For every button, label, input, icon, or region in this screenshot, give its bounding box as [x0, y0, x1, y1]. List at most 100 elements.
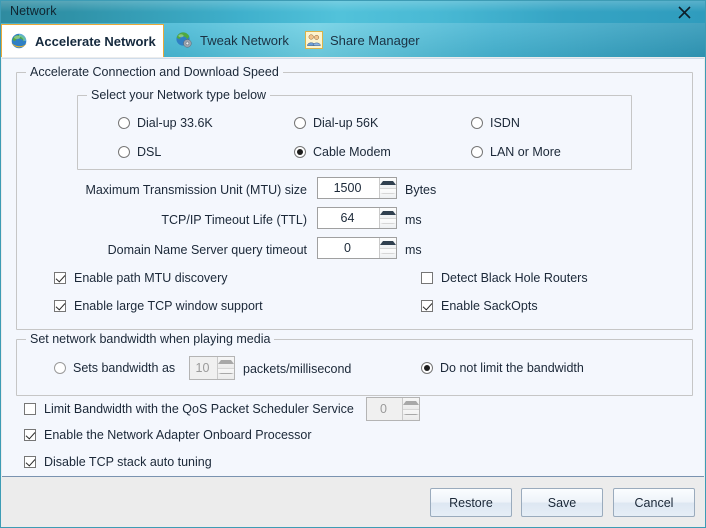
checkbox-limit-bandwidth-qos[interactable]: Limit Bandwidth with the QoS Packet Sche… — [24, 402, 354, 416]
qos-value[interactable]: 0 — [367, 398, 402, 420]
stepper-up[interactable] — [403, 398, 419, 409]
tab-strip: Accelerate Network Tweak Network Share M… — [1, 23, 705, 57]
globe-icon — [11, 33, 27, 49]
stepper-down[interactable] — [218, 367, 234, 379]
checkbox-label: Enable path MTU discovery — [74, 271, 228, 285]
radio-lan-or-more[interactable]: LAN or More — [471, 145, 561, 159]
mtu-spinner[interactable]: 1500 — [317, 177, 397, 199]
ttl-stepper[interactable] — [379, 208, 396, 228]
dns-timeout-unit: ms — [405, 243, 422, 257]
mtu-label: Maximum Transmission Unit (MTU) size — [85, 183, 307, 197]
bandwidth-packets-stepper[interactable] — [217, 357, 234, 379]
checkbox-label: Limit Bandwidth with the QoS Packet Sche… — [44, 402, 354, 416]
bandwidth-group-title: Set network bandwidth when playing media — [26, 332, 275, 346]
checkbox-path-mtu-discovery[interactable]: Enable path MTU discovery — [54, 271, 228, 285]
stepper-up[interactable] — [380, 178, 396, 188]
dns-timeout-value[interactable]: 0 — [318, 238, 379, 258]
tab-label: Accelerate Network — [35, 33, 156, 49]
tab-share-manager[interactable]: Share Manager — [297, 23, 425, 57]
checkbox-indicator — [24, 429, 36, 441]
tab-tweak-network[interactable]: Tweak Network — [167, 23, 295, 57]
tab-label: Tweak Network — [200, 32, 289, 48]
stepper-down[interactable] — [380, 217, 396, 228]
checkbox-detect-black-hole-routers[interactable]: Detect Black Hole Routers — [421, 271, 588, 285]
checkbox-large-tcp-window-support[interactable]: Enable large TCP window support — [54, 299, 263, 313]
accelerate-group-title: Accelerate Connection and Download Speed — [26, 65, 283, 79]
title-bar: Network — [1, 1, 705, 23]
checkbox-indicator — [24, 456, 36, 468]
dns-timeout-stepper[interactable] — [379, 238, 396, 258]
globe-gear-icon — [176, 32, 192, 48]
restore-button[interactable]: Restore — [430, 488, 512, 517]
checkbox-indicator — [24, 403, 36, 415]
bandwidth-packets-unit: packets/millisecond — [243, 362, 352, 376]
radio-indicator — [294, 146, 306, 158]
close-icon — [677, 5, 691, 19]
stepper-up[interactable] — [218, 357, 234, 368]
checkbox-disable-tcp-auto-tuning[interactable]: Disable TCP stack auto tuning — [24, 455, 212, 469]
checkbox-label: Enable SackOpts — [441, 299, 538, 313]
radio-label: LAN or More — [490, 145, 561, 159]
network-settings-window: Network Accelerate Network Tweak Network… — [0, 0, 706, 528]
mtu-unit: Bytes — [405, 183, 437, 197]
window-title: Network — [10, 4, 57, 18]
radio-label: Cable Modem — [313, 145, 391, 159]
radio-indicator — [421, 362, 433, 374]
radio-isdn[interactable]: ISDN — [471, 116, 520, 130]
checkbox-label: Enable the Network Adapter Onboard Proce… — [44, 428, 312, 442]
tab-accelerate-network[interactable]: Accelerate Network — [1, 24, 164, 57]
radio-label: DSL — [137, 145, 162, 159]
mtu-stepper[interactable] — [379, 178, 396, 198]
radio-label: Dial-up 56K — [313, 116, 379, 130]
close-button[interactable] — [669, 1, 699, 23]
stepper-down[interactable] — [403, 408, 419, 420]
bandwidth-group: Set network bandwidth when playing media… — [16, 332, 693, 396]
save-button[interactable]: Save — [521, 488, 603, 517]
radio-cable-modem[interactable]: Cable Modem — [294, 145, 391, 159]
ttl-spinner[interactable]: 64 — [317, 207, 397, 229]
checkbox-label: Disable TCP stack auto tuning — [44, 455, 212, 469]
cancel-button[interactable]: Cancel — [613, 488, 695, 517]
ttl-value[interactable]: 64 — [318, 208, 379, 228]
accelerate-group: Accelerate Connection and Download Speed… — [16, 65, 693, 330]
radio-indicator — [118, 146, 130, 158]
checkbox-label: Enable large TCP window support — [74, 299, 263, 313]
radio-label: Do not limit the bandwidth — [440, 361, 584, 375]
checkbox-indicator — [421, 272, 433, 284]
stepper-up[interactable] — [380, 208, 396, 218]
radio-indicator — [118, 117, 130, 129]
radio-sets-bandwidth[interactable]: Sets bandwidth as — [54, 361, 175, 375]
mtu-value[interactable]: 1500 — [318, 178, 379, 198]
qos-stepper[interactable] — [402, 398, 419, 420]
ttl-unit: ms — [405, 213, 422, 227]
radio-label: Sets bandwidth as — [73, 361, 176, 375]
checkbox-indicator — [54, 300, 66, 312]
bandwidth-packets-spinner[interactable]: 10 — [189, 356, 235, 380]
radio-label: Dial-up 33.6K — [137, 116, 213, 130]
stepper-down[interactable] — [380, 247, 396, 258]
radio-do-not-limit-bandwidth[interactable]: Do not limit the bandwidth — [421, 361, 584, 375]
checkbox-onboard-processor[interactable]: Enable the Network Adapter Onboard Proce… — [24, 428, 312, 442]
radio-label: ISDN — [490, 116, 520, 130]
users-icon — [305, 31, 323, 49]
checkbox-indicator — [421, 300, 433, 312]
checkbox-label: Detect Black Hole Routers — [441, 271, 588, 285]
radio-dialup-56k[interactable]: Dial-up 56K — [294, 116, 378, 130]
radio-indicator — [294, 117, 306, 129]
qos-spinner[interactable]: 0 — [366, 397, 420, 421]
dns-timeout-spinner[interactable]: 0 — [317, 237, 397, 259]
stepper-up[interactable] — [380, 238, 396, 248]
network-type-group-title: Select your Network type below — [87, 88, 271, 102]
radio-indicator — [471, 146, 483, 158]
ttl-label: TCP/IP Timeout Life (TTL) — [161, 213, 307, 227]
checkbox-enable-sackopts[interactable]: Enable SackOpts — [421, 299, 538, 313]
stepper-down[interactable] — [380, 187, 396, 198]
tab-label: Share Manager — [330, 32, 420, 48]
checkbox-indicator — [54, 272, 66, 284]
radio-dsl[interactable]: DSL — [118, 145, 161, 159]
bandwidth-packets-value[interactable]: 10 — [190, 357, 217, 379]
radio-dialup-336k[interactable]: Dial-up 33.6K — [118, 116, 213, 130]
dialog-footer: Restore Save Cancel — [2, 476, 704, 526]
dns-timeout-label: Domain Name Server query timeout — [107, 243, 307, 257]
radio-indicator — [54, 362, 66, 374]
